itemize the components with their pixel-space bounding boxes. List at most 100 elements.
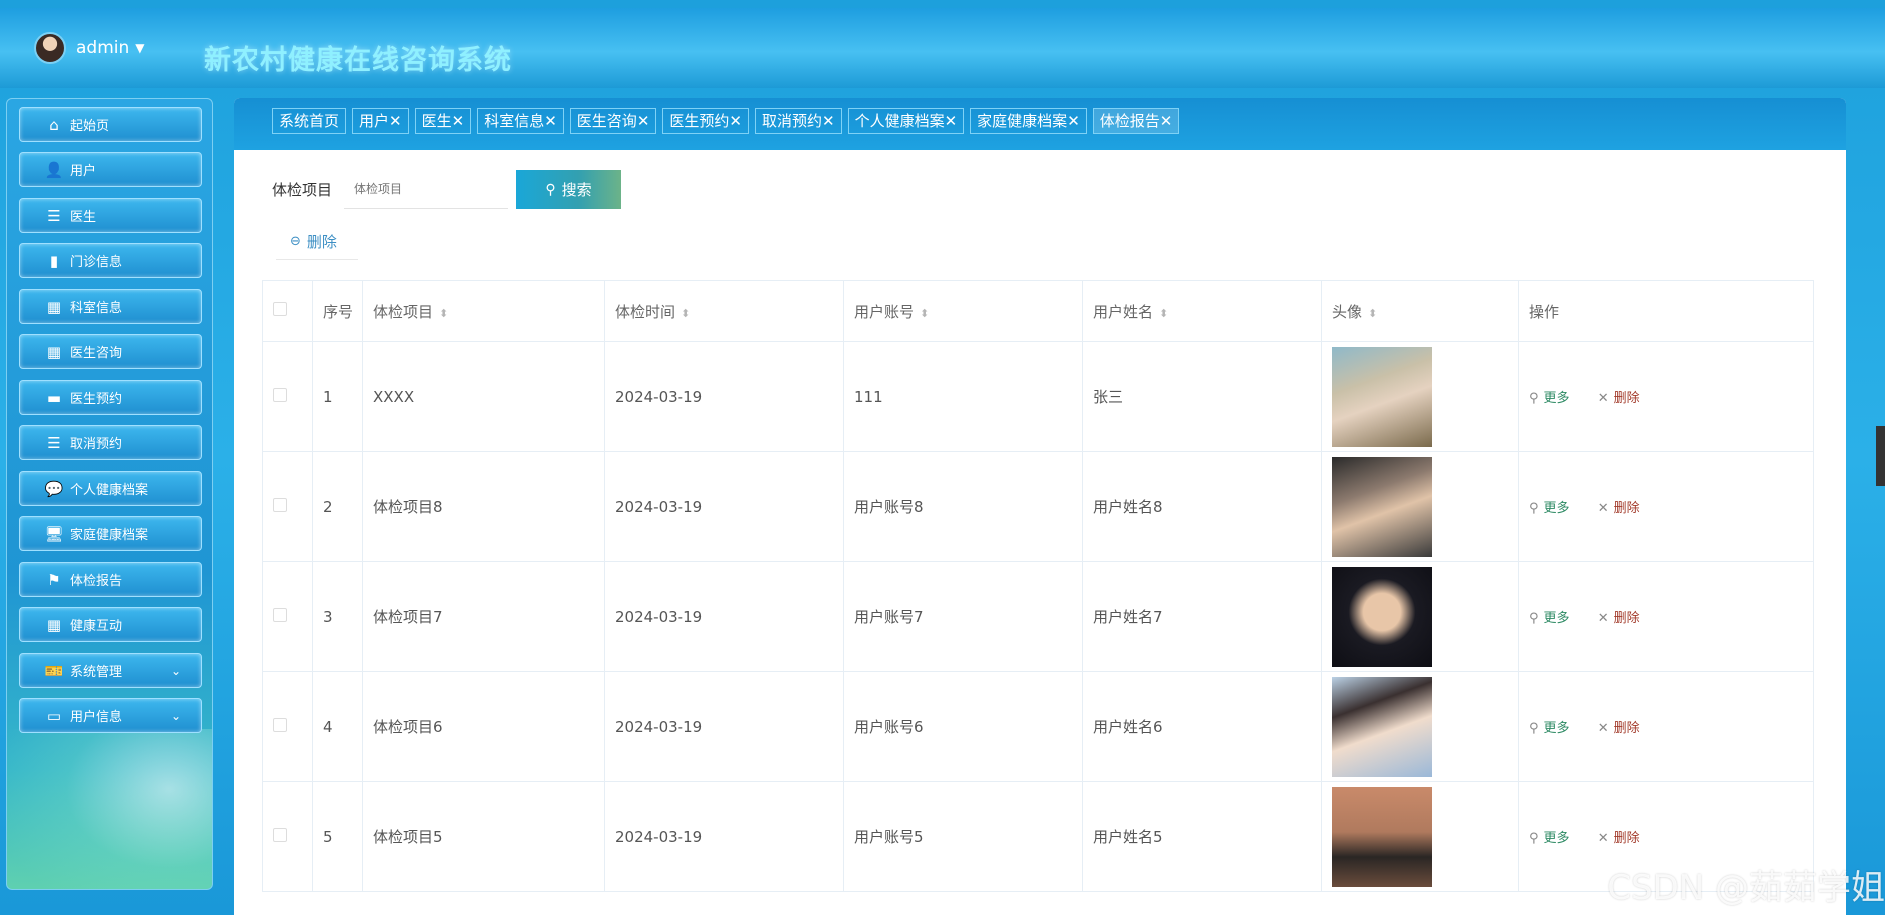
- more-button[interactable]: ⚲ 更多: [1529, 831, 1570, 846]
- sidebar-item-label: 用户信息: [70, 710, 123, 725]
- sort-icon[interactable]: ⬍: [1159, 307, 1168, 320]
- more-button[interactable]: ⚲ 更多: [1529, 721, 1570, 736]
- tab-personal-record[interactable]: 个人健康档案 ✕: [847, 108, 965, 134]
- sidebar-item-start[interactable]: ⌂ 起始页: [19, 107, 202, 142]
- sidebar-item-consult[interactable]: ▦ 医生咨询: [19, 334, 202, 369]
- tab-department[interactable]: 科室信息 ✕: [477, 108, 564, 134]
- tab-home[interactable]: 系统首页: [272, 108, 347, 134]
- search-row: 体检项目 ⚲ 搜索: [272, 170, 622, 209]
- close-icon[interactable]: ✕: [452, 113, 465, 129]
- search-icon: ⚲: [1529, 831, 1539, 846]
- sort-icon[interactable]: ⬍: [920, 307, 929, 320]
- sidebar-item-user-info[interactable]: ▭ 用户信息 ⌄: [19, 698, 202, 733]
- delete-button[interactable]: ✕ 删除: [1598, 391, 1640, 406]
- tab-doctor[interactable]: 医生 ✕: [414, 108, 472, 134]
- sidebar-item-label: 医生咨询: [70, 346, 123, 361]
- sort-icon[interactable]: ⬍: [681, 307, 690, 320]
- avatar-thumbnail[interactable]: [1332, 456, 1432, 557]
- delete-button[interactable]: ✕ 删除: [1598, 611, 1640, 626]
- close-icon[interactable]: ✕: [1160, 113, 1173, 129]
- sidebar-item-personal-record[interactable]: 💬 个人健康档案: [19, 471, 202, 506]
- row-checkbox[interactable]: [273, 607, 287, 622]
- sort-icon[interactable]: ⬍: [439, 307, 448, 320]
- sidebar-item-doctor[interactable]: ☰ 医生: [19, 198, 202, 233]
- avatar-thumbnail[interactable]: [1332, 786, 1432, 887]
- sidebar-item-cancel[interactable]: ☰ 取消预约: [19, 425, 202, 460]
- search-icon: ⚲: [1529, 501, 1539, 516]
- more-button[interactable]: ⚲ 更多: [1529, 611, 1570, 626]
- user-icon: 👤: [44, 160, 64, 179]
- delete-button[interactable]: ✕ 删除: [1598, 721, 1640, 736]
- more-button[interactable]: ⚲ 更多: [1529, 391, 1570, 406]
- row-checkbox[interactable]: [273, 717, 287, 732]
- delete-button[interactable]: ✕ 删除: [1598, 501, 1640, 516]
- close-icon[interactable]: ✕: [945, 113, 958, 129]
- cell-no: 5: [312, 781, 363, 892]
- list-icon: ☰: [47, 433, 61, 452]
- cell-item: 体检项目5: [362, 781, 605, 892]
- header-time[interactable]: 体检时间 ⬍: [604, 280, 844, 342]
- row-checkbox[interactable]: [273, 497, 287, 512]
- tab-user[interactable]: 用户 ✕: [352, 108, 409, 134]
- list-icon: ☰: [47, 206, 61, 225]
- search-button[interactable]: ⚲ 搜索: [516, 170, 622, 209]
- cell-account: 用户账号5: [843, 781, 1083, 892]
- select-all-checkbox[interactable]: [273, 302, 287, 316]
- bar-chart-icon: ▮: [49, 251, 59, 270]
- scrollbar-thumb[interactable]: [1876, 426, 1885, 486]
- watermark: CSDN @茹茹学姐: [1607, 868, 1885, 908]
- table-row: 2 体检项目8 2024-03-19 用户账号8 用户姓名8 ⚲ 更多 ✕ 删除: [262, 451, 1814, 562]
- tab-appointment[interactable]: 医生预约 ✕: [662, 108, 749, 134]
- caret-down-icon: ▼: [135, 41, 145, 55]
- sidebar-item-user[interactable]: 👤 用户: [19, 152, 202, 187]
- row-checkbox[interactable]: [273, 827, 287, 842]
- batch-delete-button[interactable]: ⊖ 删除: [276, 224, 358, 260]
- close-icon[interactable]: ✕: [389, 113, 402, 129]
- cell-time: 2024-03-19: [604, 561, 844, 672]
- user-menu[interactable]: admin ▼: [34, 32, 145, 64]
- close-icon[interactable]: ✕: [729, 113, 742, 129]
- row-checkbox[interactable]: [273, 387, 287, 402]
- delete-button[interactable]: ✕ 删除: [1598, 831, 1640, 846]
- sidebar-item-interaction[interactable]: ▦ 健康互动: [19, 607, 202, 642]
- tab-cancel[interactable]: 取消预约 ✕: [754, 108, 842, 134]
- sidebar-item-appointment[interactable]: ▬ 医生预约: [19, 380, 202, 415]
- header-account[interactable]: 用户账号 ⬍: [843, 280, 1083, 342]
- close-icon[interactable]: ✕: [1067, 113, 1080, 129]
- sidebar-item-family-record[interactable]: 🖥 家庭健康档案: [19, 516, 202, 551]
- chevron-down-icon: ⌄: [170, 708, 181, 723]
- close-icon: ✕: [1597, 721, 1609, 736]
- top-header: admin ▼ 新农村健康在线咨询系统: [0, 8, 1885, 88]
- grid-icon: ▦: [46, 342, 62, 361]
- cell-name: 用户姓名6: [1082, 671, 1322, 782]
- sidebar-item-system[interactable]: 🎫 系统管理 ⌄: [19, 653, 202, 688]
- ticket-icon: 🎫: [44, 661, 64, 680]
- cell-item: 体检项目7: [362, 561, 605, 672]
- search-input[interactable]: [344, 170, 509, 209]
- avatar-thumbnail[interactable]: [1332, 676, 1432, 777]
- header-item[interactable]: 体检项目 ⬍: [362, 280, 605, 342]
- minus-circle-icon: ⊖: [290, 234, 301, 249]
- more-button[interactable]: ⚲ 更多: [1529, 501, 1570, 516]
- tab-family-record[interactable]: 家庭健康档案 ✕: [970, 108, 1087, 134]
- close-icon[interactable]: ✕: [822, 113, 835, 129]
- table-row: 1 XXXX 2024-03-19 111 张三 ⚲ 更多 ✕ 删除: [262, 341, 1814, 452]
- sort-icon[interactable]: ⬍: [1368, 307, 1377, 320]
- header-avatar[interactable]: 头像 ⬍: [1321, 280, 1519, 342]
- sidebar-item-label: 取消预约: [70, 437, 123, 452]
- select-all-cell: [262, 280, 313, 342]
- header-name[interactable]: 用户姓名 ⬍: [1082, 280, 1322, 342]
- avatar-thumbnail[interactable]: [1332, 566, 1432, 667]
- sidebar-item-exam-report[interactable]: ⚑ 体检报告: [19, 562, 202, 597]
- sidebar-item-department[interactable]: ▦ 科室信息: [19, 289, 202, 324]
- close-icon[interactable]: ✕: [637, 113, 650, 129]
- avatar-thumbnail[interactable]: [1332, 346, 1432, 447]
- grid-icon: ▦: [46, 615, 62, 634]
- cell-time: 2024-03-19: [604, 781, 844, 892]
- close-icon[interactable]: ✕: [544, 113, 557, 129]
- sidebar-item-label: 个人健康档案: [70, 483, 149, 498]
- tab-consult[interactable]: 医生咨询 ✕: [569, 108, 657, 134]
- search-icon: ⚲: [1529, 721, 1539, 736]
- tab-exam-report[interactable]: 体检报告 ✕: [1092, 108, 1180, 134]
- sidebar-item-clinic[interactable]: ▮ 门诊信息: [19, 243, 202, 278]
